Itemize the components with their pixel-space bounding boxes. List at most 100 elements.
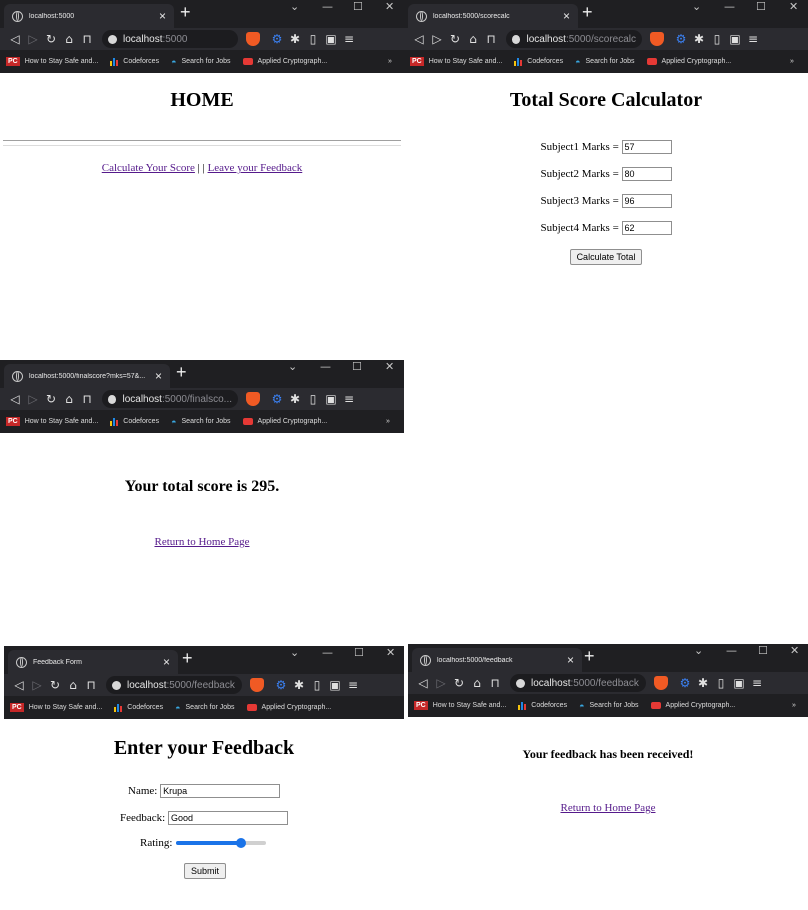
minimize-icon[interactable]: — xyxy=(726,644,737,657)
more-bookmarks-icon[interactable]: » xyxy=(792,702,796,709)
browser-tab[interactable]: localhost:5000/finalscore?mks=57&... × xyxy=(4,364,170,388)
menu-icon[interactable]: ≡ xyxy=(340,32,358,46)
close-tab-icon[interactable]: × xyxy=(159,9,166,23)
browser-tab[interactable]: Feedback Form × xyxy=(8,650,178,674)
address-bar[interactable]: localhost:5000 xyxy=(102,30,238,48)
home-icon[interactable]: ⌂ xyxy=(464,32,482,46)
close-window-icon[interactable]: ✕ xyxy=(385,0,394,13)
close-tab-icon[interactable]: × xyxy=(155,369,162,383)
bookmark-item[interactable]: ◓ Search for Jobs xyxy=(175,703,234,713)
minimize-icon[interactable]: — xyxy=(724,0,735,13)
tab-search-icon[interactable]: ⌄ xyxy=(290,646,299,659)
tab-search-icon[interactable]: ⌄ xyxy=(694,644,703,657)
bookmark-item[interactable]: Applied Cryptograph... xyxy=(246,704,331,711)
more-bookmarks-icon[interactable]: » xyxy=(790,58,794,65)
minimize-icon[interactable]: — xyxy=(322,0,333,13)
home-icon[interactable]: ⌂ xyxy=(60,32,78,46)
menu-icon[interactable]: ≡ xyxy=(344,678,362,692)
close-tab-icon[interactable]: × xyxy=(163,655,170,669)
wallet-icon[interactable]: ▣ xyxy=(322,392,340,406)
maximize-icon[interactable]: ☐ xyxy=(756,0,766,13)
more-bookmarks-icon[interactable]: » xyxy=(388,58,392,65)
subject2-input[interactable] xyxy=(621,167,672,181)
sidebar-icon[interactable]: ▯ xyxy=(712,676,730,690)
close-window-icon[interactable]: ✕ xyxy=(789,0,798,13)
bookmark-item[interactable]: ◓ Search for Jobs xyxy=(579,701,638,711)
brave-shields-icon[interactable] xyxy=(654,676,668,690)
extensions-icon[interactable]: ✱ xyxy=(694,676,712,690)
bookmark-item[interactable]: PC How to Stay Safe and... xyxy=(410,57,502,66)
forward-icon[interactable]: ▷ xyxy=(24,392,42,406)
more-bookmarks-icon[interactable]: » xyxy=(386,418,390,425)
forward-icon[interactable]: ▷ xyxy=(28,678,46,692)
address-bar[interactable]: localhost:5000/scorecalc xyxy=(506,30,642,48)
new-tab-button[interactable]: + xyxy=(176,362,187,383)
return-home-link[interactable]: Return to Home Page xyxy=(154,536,249,548)
new-tab-button[interactable]: + xyxy=(180,2,191,23)
browser-tab[interactable]: localhost:5000/scorecalc × xyxy=(408,4,578,28)
bookmark-icon[interactable]: ⊓ xyxy=(78,32,96,46)
settings-gear-icon[interactable]: ⚙ xyxy=(272,678,290,692)
return-home-link[interactable]: Return to Home Page xyxy=(560,802,655,814)
subject1-input[interactable] xyxy=(621,140,672,154)
subject3-input[interactable] xyxy=(621,194,672,208)
calculate-score-link[interactable]: Calculate Your Score xyxy=(102,162,195,174)
bookmark-item[interactable]: Codeforces xyxy=(110,417,159,426)
settings-gear-icon[interactable]: ⚙ xyxy=(268,32,286,46)
back-icon[interactable]: ◁ xyxy=(6,392,24,406)
address-bar[interactable]: localhost:5000/feedback xyxy=(510,674,646,692)
rating-slider-thumb[interactable] xyxy=(236,838,247,848)
maximize-icon[interactable]: ☐ xyxy=(354,646,364,659)
submit-button[interactable]: Submit xyxy=(184,863,227,879)
bookmark-icon[interactable]: ⊓ xyxy=(482,32,500,46)
tab-search-icon[interactable]: ⌄ xyxy=(692,0,701,13)
maximize-icon[interactable]: ☐ xyxy=(352,360,362,373)
rating-slider[interactable] xyxy=(176,838,267,848)
site-info-icon[interactable] xyxy=(512,34,521,44)
site-info-icon[interactable] xyxy=(108,34,117,44)
close-window-icon[interactable]: ✕ xyxy=(790,644,799,657)
extensions-icon[interactable]: ✱ xyxy=(290,678,308,692)
settings-gear-icon[interactable]: ⚙ xyxy=(268,392,286,406)
brave-shields-icon[interactable] xyxy=(250,678,264,692)
home-icon[interactable]: ⌂ xyxy=(468,676,486,690)
wallet-icon[interactable]: ▣ xyxy=(730,676,748,690)
back-icon[interactable]: ◁ xyxy=(10,678,28,692)
browser-tab[interactable]: localhost:5000/feedback × xyxy=(412,648,582,672)
name-input[interactable] xyxy=(160,784,281,798)
extensions-icon[interactable]: ✱ xyxy=(690,32,708,46)
forward-icon[interactable]: ▷ xyxy=(428,32,446,46)
sidebar-icon[interactable]: ▯ xyxy=(708,32,726,46)
close-tab-icon[interactable]: × xyxy=(567,653,574,667)
brave-shields-icon[interactable] xyxy=(650,32,664,46)
minimize-icon[interactable]: — xyxy=(322,646,333,659)
bookmark-icon[interactable]: ⊓ xyxy=(82,678,100,692)
bookmark-item[interactable]: Codeforces xyxy=(514,57,563,66)
extensions-icon[interactable]: ✱ xyxy=(286,32,304,46)
wallet-icon[interactable]: ▣ xyxy=(322,32,340,46)
bookmark-icon[interactable]: ⊓ xyxy=(78,392,96,406)
bookmark-icon[interactable]: ⊓ xyxy=(486,676,504,690)
site-info-icon[interactable] xyxy=(516,678,525,688)
wallet-icon[interactable]: ▣ xyxy=(726,32,744,46)
new-tab-button[interactable]: + xyxy=(584,646,595,667)
bookmark-item[interactable]: Codeforces xyxy=(110,57,159,66)
reload-icon[interactable]: ↻ xyxy=(46,678,64,692)
calculate-total-button[interactable]: Calculate Total xyxy=(569,249,643,265)
sidebar-icon[interactable]: ▯ xyxy=(304,32,322,46)
bookmark-item[interactable]: Applied Cryptograph... xyxy=(650,702,735,709)
new-tab-button[interactable]: + xyxy=(582,2,593,23)
bookmark-item[interactable]: Applied Cryptograph... xyxy=(646,58,731,65)
back-icon[interactable]: ◁ xyxy=(6,32,24,46)
bookmark-item[interactable]: ◓ Search for Jobs xyxy=(575,57,634,67)
menu-icon[interactable]: ≡ xyxy=(744,32,762,46)
sidebar-icon[interactable]: ▯ xyxy=(308,678,326,692)
settings-gear-icon[interactable]: ⚙ xyxy=(676,676,694,690)
brave-shields-icon[interactable] xyxy=(246,32,260,46)
minimize-icon[interactable]: — xyxy=(320,360,331,373)
reload-icon[interactable]: ↻ xyxy=(450,676,468,690)
feedback-input[interactable] xyxy=(167,811,288,825)
address-bar[interactable]: localhost:5000/feedback xyxy=(106,676,242,694)
back-icon[interactable]: ◁ xyxy=(410,32,428,46)
close-window-icon[interactable]: ✕ xyxy=(386,646,395,659)
